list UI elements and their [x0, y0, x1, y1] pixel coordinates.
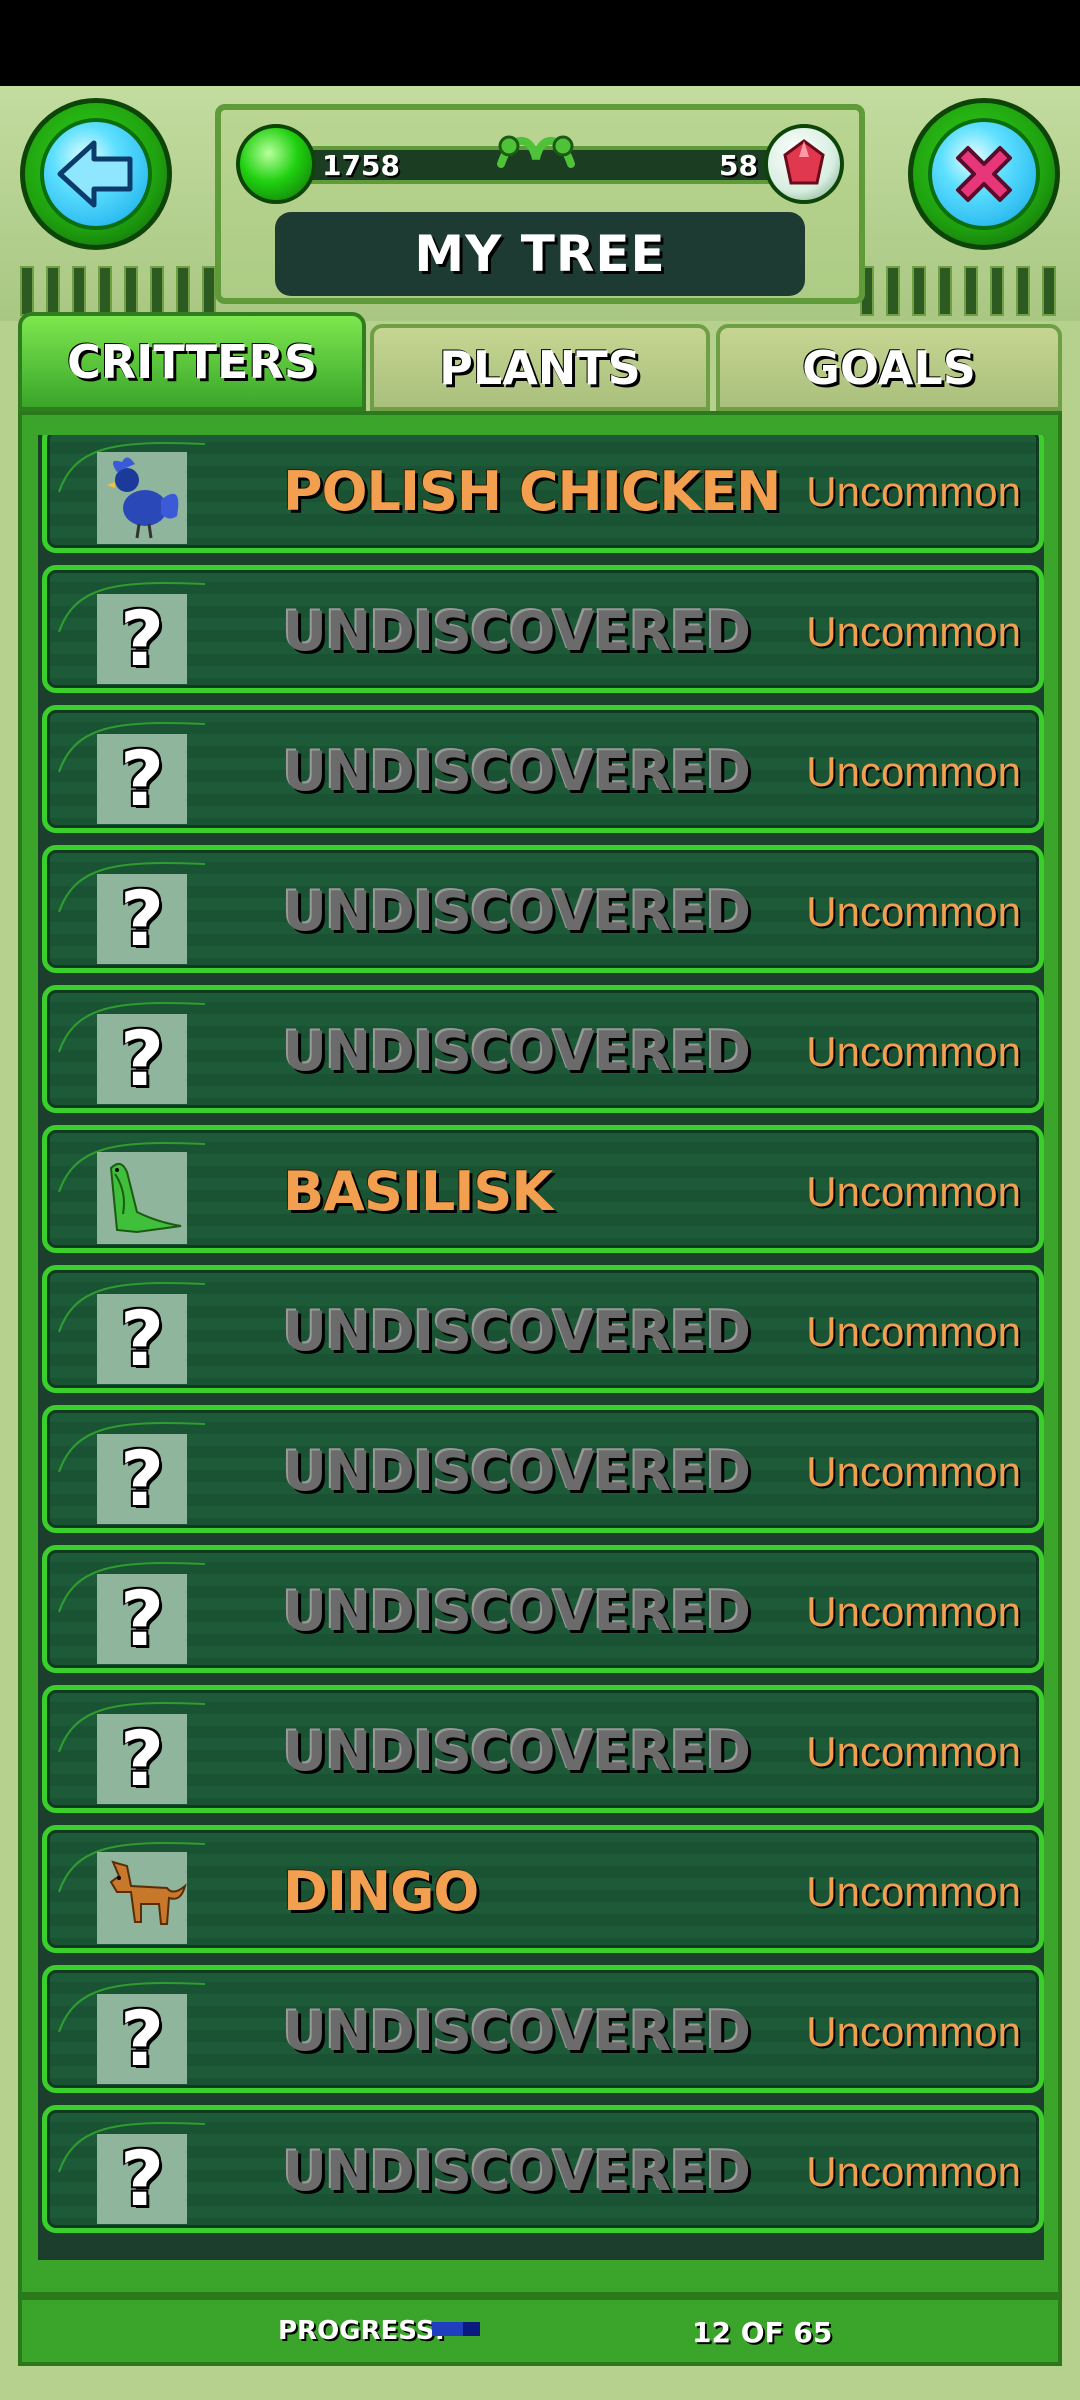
critter-name: POLISH CHICKEN	[283, 460, 781, 523]
back-arrow-icon	[57, 140, 133, 208]
progress-fill	[432, 2322, 463, 2336]
critter-name: UNDISCOVERED	[283, 1580, 751, 1643]
undiscovered-thumbnail: ?	[97, 594, 187, 684]
critter-rarity: Uncommon	[806, 1728, 1021, 1775]
critter-name: BASILISK	[283, 1160, 553, 1223]
critter-row[interactable]: ? UNDISCOVERED Uncommon	[42, 845, 1044, 973]
title-plate: MY TREE	[275, 212, 805, 296]
critter-name: UNDISCOVERED	[283, 2140, 751, 2203]
critter-row[interactable]: DINGO Uncommon	[42, 1825, 1044, 1953]
fence-right	[860, 266, 1056, 316]
question-mark-icon: ?	[119, 734, 165, 823]
undiscovered-thumbnail: ?	[97, 874, 187, 964]
critter-name: UNDISCOVERED	[283, 880, 751, 943]
critter-row[interactable]: ? UNDISCOVERED Uncommon	[42, 1965, 1044, 2093]
undiscovered-thumbnail: ?	[97, 1014, 187, 1104]
critter-row[interactable]: ? UNDISCOVERED Uncommon	[42, 705, 1044, 833]
critter-row[interactable]: ? UNDISCOVERED Uncommon	[42, 565, 1044, 693]
tab-plants[interactable]: PLANTS	[370, 324, 710, 411]
critter-thumbnail	[97, 1152, 187, 1246]
close-button[interactable]	[908, 98, 1060, 250]
page-title: MY TREE	[414, 225, 666, 283]
red-gem-icon	[764, 124, 844, 204]
back-button[interactable]	[20, 98, 172, 250]
coins-count: 1758	[322, 149, 400, 182]
critter-rarity: Uncommon	[806, 1168, 1021, 1215]
progress-bar-area: PROGRESS: 12 OF 65	[18, 2296, 1062, 2366]
dingo-icon	[97, 1852, 187, 1946]
critter-name: UNDISCOVERED	[283, 1020, 751, 1083]
critter-row[interactable]: POLISH CHICKEN Uncommon	[42, 435, 1044, 553]
critter-row[interactable]: ? UNDISCOVERED Uncommon	[42, 1405, 1044, 1533]
vine-ornament-icon	[497, 135, 575, 168]
question-mark-icon: ?	[119, 1574, 165, 1663]
question-mark-icon: ?	[119, 1014, 165, 1103]
critter-name: UNDISCOVERED	[283, 1720, 751, 1783]
critter-name: UNDISCOVERED	[283, 1440, 751, 1503]
basilisk-icon	[97, 1152, 187, 1246]
tab-critters[interactable]: CRITTERS	[18, 312, 366, 411]
critter-list-panel: POLISH CHICKEN Uncommon? UNDISCOVERED Uncom…	[18, 411, 1062, 2296]
game-screen: 1758 58 MY TREE CRITTERS PLANTS GOALS PO…	[0, 86, 1080, 2400]
critter-row[interactable]: ? UNDISCOVERED Uncommon	[42, 1685, 1044, 1813]
critter-name: UNDISCOVERED	[283, 740, 751, 803]
critter-row[interactable]: BASILISK Uncommon	[42, 1125, 1044, 1253]
critter-rarity: Uncommon	[806, 608, 1021, 655]
tab-goals[interactable]: GOALS	[716, 324, 1062, 411]
fence-left	[20, 266, 216, 316]
critter-name: UNDISCOVERED	[283, 600, 751, 663]
critter-row[interactable]: ? UNDISCOVERED Uncommon	[42, 985, 1044, 1113]
critter-rarity: Uncommon	[806, 888, 1021, 935]
critter-list[interactable]: POLISH CHICKEN Uncommon? UNDISCOVERED Uncom…	[38, 435, 1044, 2260]
question-mark-icon: ?	[119, 1294, 165, 1383]
critter-rarity: Uncommon	[806, 1588, 1021, 1635]
progress-count: 12 OF 65	[692, 2316, 833, 2349]
polish-chicken-icon	[97, 452, 187, 546]
question-mark-icon: ?	[119, 1994, 165, 2083]
undiscovered-thumbnail: ?	[97, 1714, 187, 1804]
currency-bar: 1758 58	[236, 124, 844, 204]
critter-thumbnail	[97, 452, 187, 546]
critter-name: DINGO	[283, 1860, 479, 1923]
question-mark-icon: ?	[119, 1714, 165, 1803]
undiscovered-thumbnail: ?	[97, 734, 187, 824]
gems-count: 58	[719, 149, 758, 182]
critter-name: UNDISCOVERED	[283, 2000, 751, 2063]
critter-rarity: Uncommon	[806, 2148, 1021, 2195]
critter-row[interactable]: ? UNDISCOVERED Uncommon	[42, 2105, 1044, 2233]
critter-rarity: Uncommon	[806, 2008, 1021, 2055]
critter-row[interactable]: ? UNDISCOVERED Uncommon	[42, 1545, 1044, 1673]
critter-rarity: Uncommon	[806, 1028, 1021, 1075]
undiscovered-thumbnail: ?	[97, 2134, 187, 2224]
critter-rarity: Uncommon	[806, 468, 1021, 515]
critter-rarity: Uncommon	[806, 748, 1021, 795]
undiscovered-thumbnail: ?	[97, 1574, 187, 1664]
progress-track	[432, 2322, 480, 2336]
progress-label: PROGRESS:	[278, 2316, 445, 2346]
close-x-icon	[956, 146, 1012, 202]
green-gem-icon	[236, 124, 316, 204]
critter-rarity: Uncommon	[806, 1308, 1021, 1355]
question-mark-icon: ?	[119, 594, 165, 683]
critter-row[interactable]: ? UNDISCOVERED Uncommon	[42, 1265, 1044, 1393]
undiscovered-thumbnail: ?	[97, 1294, 187, 1384]
critter-rarity: Uncommon	[806, 1868, 1021, 1915]
undiscovered-thumbnail: ?	[97, 1434, 187, 1524]
question-mark-icon: ?	[119, 1434, 165, 1523]
undiscovered-thumbnail: ?	[97, 1994, 187, 2084]
question-mark-icon: ?	[119, 2134, 165, 2223]
critter-rarity: Uncommon	[806, 1448, 1021, 1495]
critter-thumbnail	[97, 1852, 187, 1946]
header-background: 1758 58 MY TREE	[0, 86, 1080, 321]
tab-bar: CRITTERS PLANTS GOALS	[18, 312, 1062, 411]
critter-name: UNDISCOVERED	[283, 1300, 751, 1363]
question-mark-icon: ?	[119, 874, 165, 963]
